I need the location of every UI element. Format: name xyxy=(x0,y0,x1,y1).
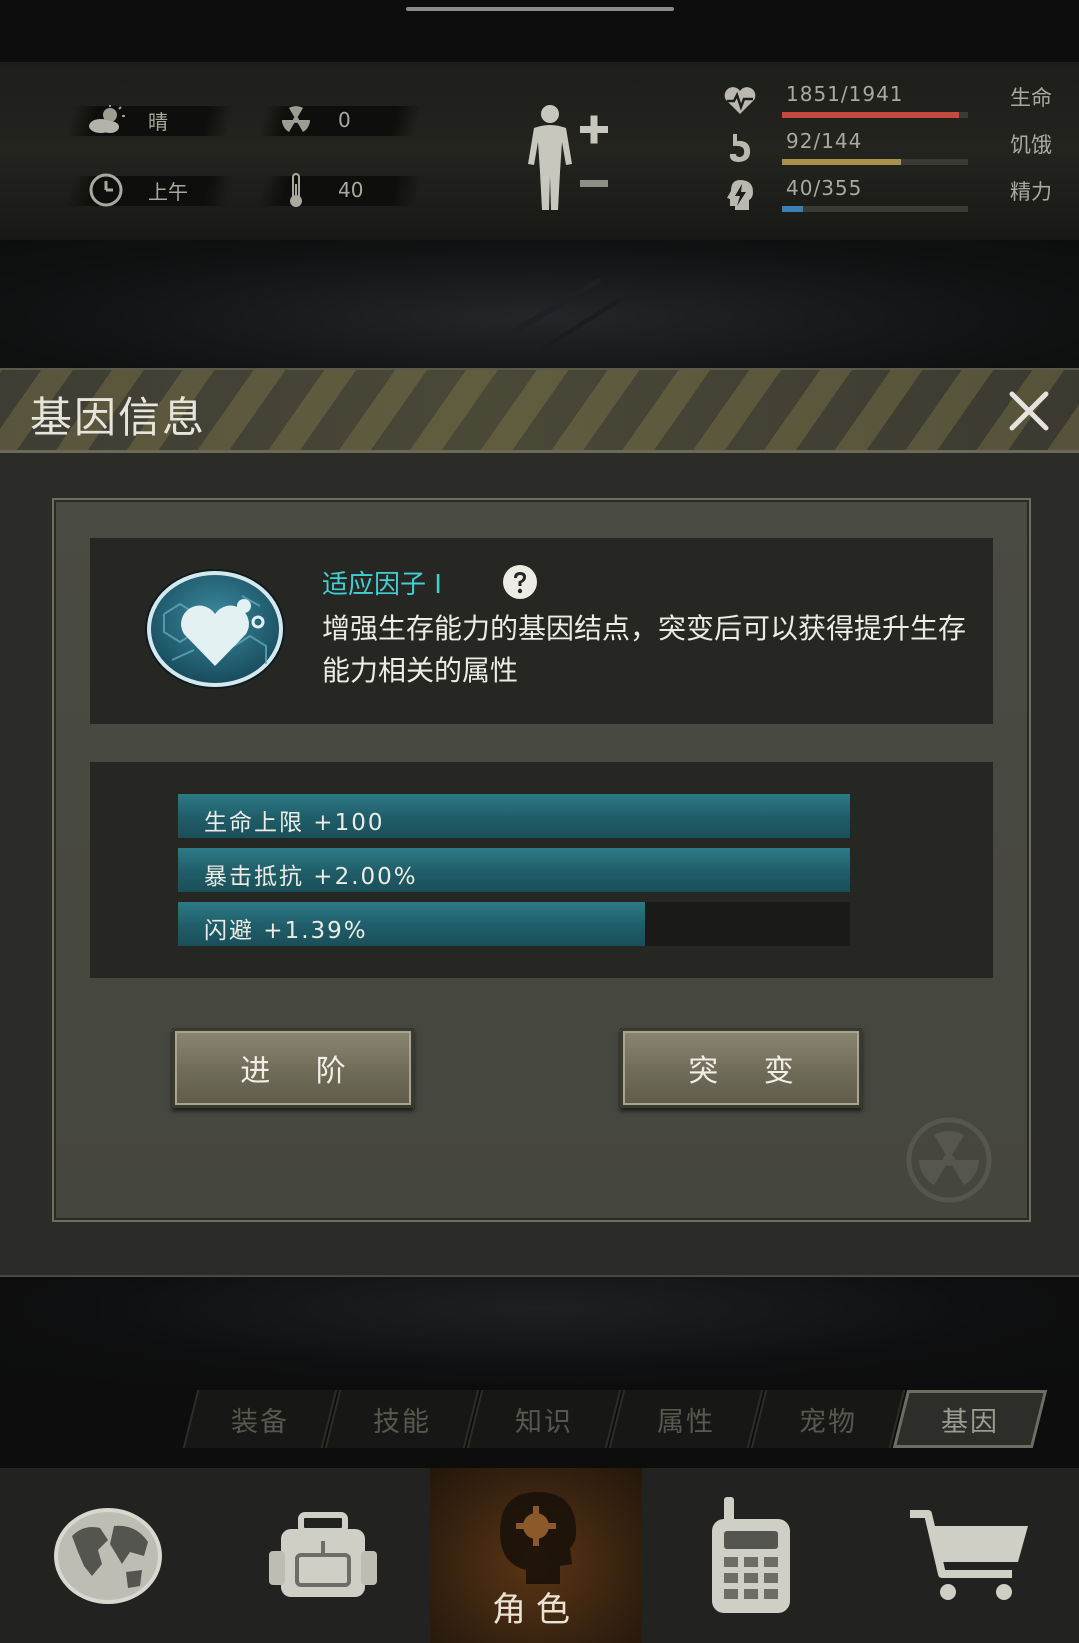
tab-genes[interactable]: 基因 xyxy=(892,1390,1048,1448)
tab-skills[interactable]: 技能 xyxy=(324,1390,480,1448)
temperature-status: 40 xyxy=(276,173,364,207)
attribute-row: 暴击抵抗 +2.00% xyxy=(178,848,850,892)
clock-icon xyxy=(86,173,126,207)
mutate-button[interactable]: 突 变 xyxy=(620,1028,862,1108)
stat-health: 1851/1941 生命 xyxy=(722,82,1052,122)
nav-radio[interactable] xyxy=(642,1468,860,1643)
modal-title: 基因信息 xyxy=(30,393,207,442)
gene-description: 增强生存能力的基因结点，突变后可以获得提升生存能力相关的属性 xyxy=(322,612,967,687)
health-label: 生命 xyxy=(1010,86,1052,110)
tab-knowledge[interactable]: 知识 xyxy=(466,1390,622,1448)
globe-icon xyxy=(53,1507,162,1604)
backpack-icon xyxy=(268,1511,377,1597)
health-bar xyxy=(782,112,968,118)
modal-header: 基因信息 xyxy=(0,370,1079,453)
tab-label: 基因 xyxy=(941,1406,999,1438)
radiation-value: 0 xyxy=(338,108,351,132)
attribute-label: 闪避 +1.39% xyxy=(204,918,368,944)
background-art-bottom xyxy=(0,1275,1079,1385)
status-bar: 晴 0 上午 40 1851/1941 生命 92/144 饥饿 40/355 … xyxy=(0,62,1079,242)
attribute-label: 暴击抵抗 +2.00% xyxy=(204,864,418,890)
gene-name: 适应因子 I xyxy=(322,570,442,600)
gene-info-modal: 基因信息 适应因子 I 增强生存能力的基因结点，突变后可以获得提升生存能力相关的… xyxy=(0,368,1079,1277)
tab-attributes[interactable]: 属性 xyxy=(608,1390,764,1448)
tab-equipment[interactable]: 装备 xyxy=(182,1390,338,1448)
gene-heart-icon xyxy=(145,569,285,689)
nav-map[interactable] xyxy=(0,1468,215,1643)
tab-label: 属性 xyxy=(657,1406,715,1438)
nav-inventory[interactable] xyxy=(215,1468,430,1643)
weather-label: 晴 xyxy=(148,109,168,134)
tab-label: 装备 xyxy=(231,1406,289,1438)
time-label: 上午 xyxy=(148,179,188,204)
time-status: 上午 xyxy=(86,173,188,207)
hunger-value: 92/144 xyxy=(786,129,863,153)
tab-label: 宠物 xyxy=(799,1406,857,1438)
attribute-row: 生命上限 +100 xyxy=(178,794,850,838)
partly-cloudy-icon xyxy=(86,104,126,136)
hunger-bar xyxy=(782,159,968,165)
attribute-list: 生命上限 +100 暴击抵抗 +2.00% 闪避 +1.39% xyxy=(90,762,993,978)
walkie-talkie-icon xyxy=(712,1496,790,1613)
tab-pets[interactable]: 宠物 xyxy=(750,1390,906,1448)
character-tabs: 装备 技能 知识 属性 宠物 基因 xyxy=(182,1390,1050,1450)
gene-info-box: 适应因子 I 增强生存能力的基因结点，突变后可以获得提升生存能力相关的属性 xyxy=(90,538,993,724)
body-figure-icon[interactable] xyxy=(520,102,620,212)
close-icon[interactable] xyxy=(1006,388,1052,434)
bottom-nav: 角色 xyxy=(0,1468,1079,1643)
health-value: 1851/1941 xyxy=(786,82,904,106)
advance-button[interactable]: 进 阶 xyxy=(172,1028,414,1108)
nav-character[interactable]: 角色 xyxy=(430,1468,642,1643)
energy-head-icon xyxy=(722,178,758,212)
heart-pulse-icon xyxy=(722,84,758,118)
energy-bar-fill xyxy=(782,206,804,212)
energy-value: 40/355 xyxy=(786,176,863,200)
background-art-top xyxy=(0,240,1079,370)
radiation-watermark-icon xyxy=(906,1117,992,1203)
stat-hunger: 92/144 饥饿 xyxy=(722,129,1052,169)
hunger-bar-fill xyxy=(782,159,901,165)
attribute-label: 生命上限 +100 xyxy=(204,810,385,836)
weather-status: 晴 xyxy=(86,104,168,136)
radiation-status: 0 xyxy=(276,104,351,136)
help-icon[interactable] xyxy=(502,564,538,600)
nav-character-label: 角色 xyxy=(492,1590,580,1630)
attribute-row: 闪避 +1.39% xyxy=(178,902,850,946)
shopping-cart-icon xyxy=(909,1509,1028,1600)
tab-label: 技能 xyxy=(373,1406,431,1438)
tab-label: 知识 xyxy=(515,1406,573,1438)
stat-energy: 40/355 精力 xyxy=(722,176,1052,216)
energy-label: 精力 xyxy=(1010,180,1052,204)
energy-bar xyxy=(782,206,968,212)
thermometer-icon xyxy=(276,173,316,207)
gene-panel: 适应因子 I 增强生存能力的基因结点，突变后可以获得提升生存能力相关的属性 生命… xyxy=(52,498,1031,1222)
home-indicator xyxy=(406,7,674,11)
character-head-icon xyxy=(500,1492,577,1584)
hunger-label: 饥饿 xyxy=(1010,133,1052,157)
temperature-value: 40 xyxy=(338,178,364,202)
health-bar-fill xyxy=(782,112,960,118)
stomach-icon xyxy=(722,131,758,165)
radiation-icon xyxy=(276,104,316,136)
nav-shop[interactable] xyxy=(860,1468,1079,1643)
